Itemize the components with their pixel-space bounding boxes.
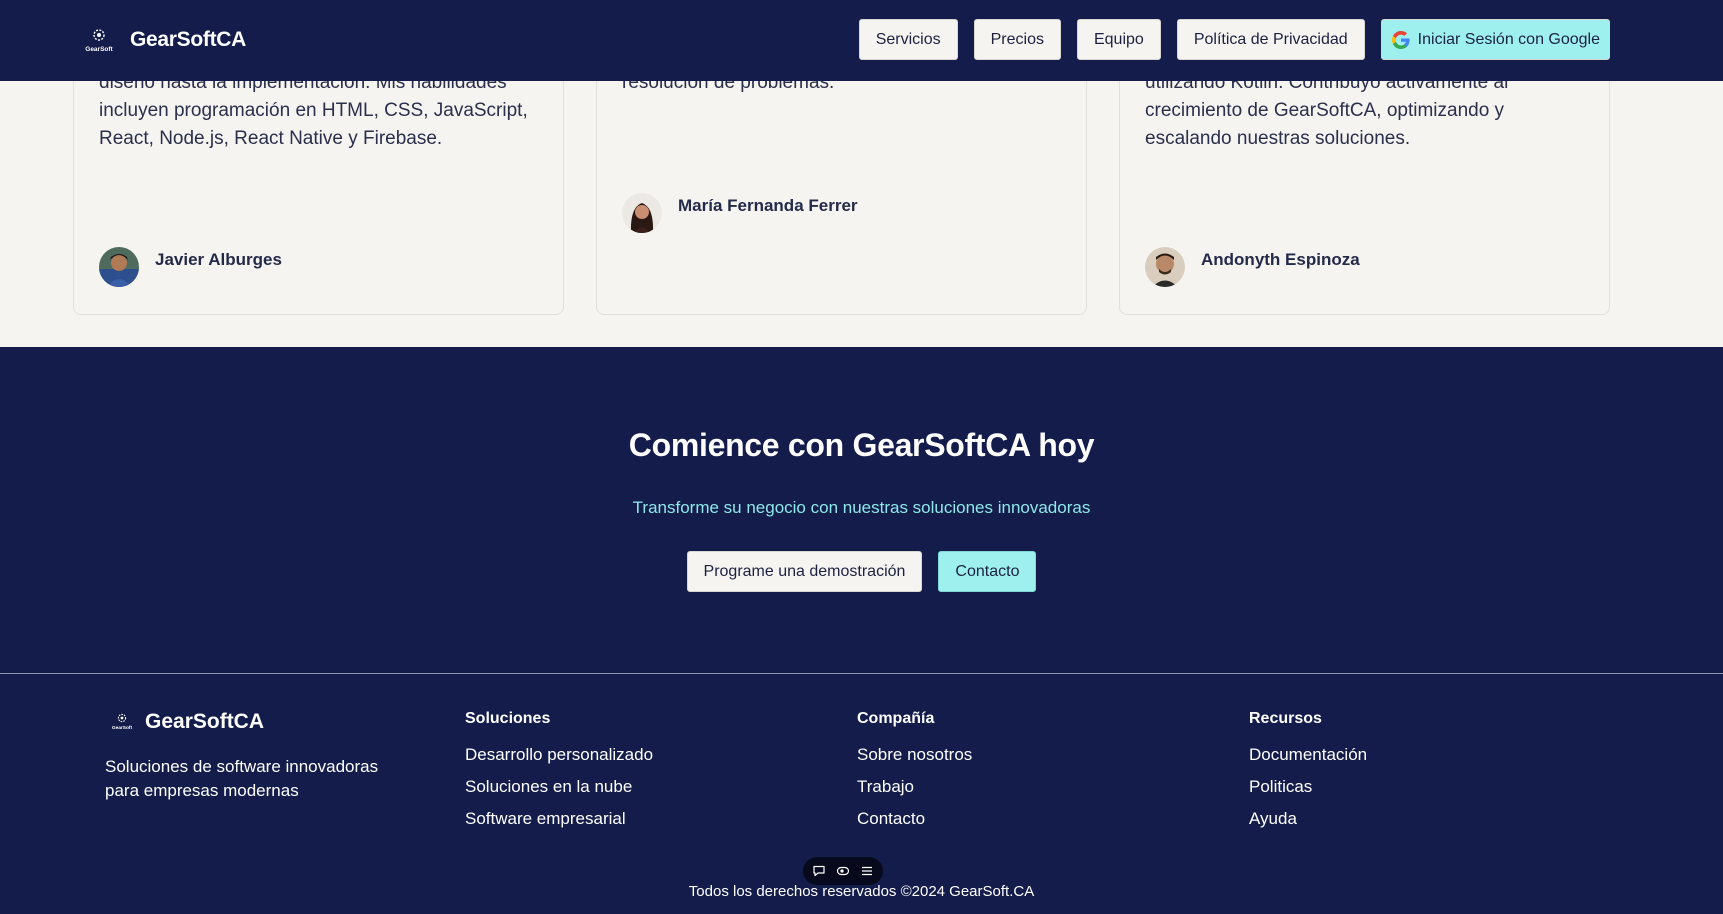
footer-column-title: Soluciones: [465, 710, 551, 727]
contact-button[interactable]: Contacto: [938, 551, 1037, 592]
brand-name: GearSoftCA: [130, 28, 247, 51]
nav-servicios-button[interactable]: Servicios: [858, 19, 958, 60]
cta-title: Comience con GearSoftCA hoy: [628, 427, 1095, 463]
footer-column-title: Recursos: [1249, 710, 1322, 727]
google-signin-button[interactable]: Iniciar Sesión con Google: [1380, 19, 1610, 60]
cta-buttons: Programe una demostración Contacto: [0, 551, 1723, 592]
footer-link[interactable]: Trabajo: [857, 777, 972, 797]
logo-caption: GearSoft: [85, 46, 113, 53]
footer-link[interactable]: Politicas: [1249, 777, 1367, 797]
avatar: [622, 193, 662, 233]
menu-icon[interactable]: [860, 864, 874, 878]
team-card-author: Javier Alburges: [99, 247, 282, 287]
copyright-text: Todos los derechos reservados ©2024 Gear…: [688, 883, 1035, 900]
top-navbar: GearSoft GearSoftCA Servicios Precios Eq…: [0, 0, 1723, 81]
chat-bubble-icon[interactable]: [812, 864, 826, 878]
team-card-name: Andonyth Espinoza: [1201, 250, 1360, 269]
cta-section: Comience con GearSoftCA hoy Transforme s…: [0, 347, 1723, 673]
brand-link[interactable]: GearSoft GearSoftCA: [82, 27, 246, 53]
footer-link[interactable]: Contacto: [857, 809, 972, 829]
footer-description: Soluciones de software innovadoras para …: [105, 757, 379, 800]
team-card-name: María Fernanda Ferrer: [678, 196, 858, 215]
nav-privacy-button[interactable]: Política de Privacidad: [1176, 19, 1365, 60]
footer-link[interactable]: Documentación: [1249, 745, 1367, 765]
team-card-author: María Fernanda Ferrer: [622, 193, 858, 233]
footer-link[interactable]: Desarrollo personalizado: [465, 745, 653, 765]
avatar: [99, 247, 139, 287]
floating-toolbar: [803, 857, 883, 885]
main-nav: Servicios Precios Equipo Política de Pri…: [858, 19, 1610, 60]
team-card-author: Andonyth Espinoza: [1145, 247, 1360, 287]
footer-link[interactable]: Ayuda: [1249, 809, 1367, 829]
schedule-demo-button[interactable]: Programe una demostración: [686, 551, 923, 592]
site-footer: GearSoft GearSoftCA Soluciones de softwa…: [0, 673, 1723, 914]
google-g-icon: [1391, 30, 1411, 50]
footer-column-title: Compañía: [857, 710, 935, 727]
footer-link[interactable]: Soluciones en la nube: [465, 777, 653, 797]
footer-column-recursos: Recursos Documentación Politicas Ayuda: [1249, 710, 1367, 841]
footer-link[interactable]: Software empresarial: [465, 809, 653, 829]
footer-link[interactable]: Sobre nosotros: [857, 745, 972, 765]
eye-icon[interactable]: [836, 864, 850, 878]
nav-equipo-button[interactable]: Equipo: [1076, 19, 1161, 60]
footer-brand[interactable]: GearSoft GearSoftCA: [110, 710, 264, 734]
gearsoft-logo-icon: GearSoft: [110, 712, 134, 732]
footer-column-soluciones: Soluciones Desarrollo personalizado Solu…: [465, 710, 653, 841]
gearsoft-logo-icon: GearSoft: [82, 27, 116, 53]
google-signin-label: Iniciar Sesión con Google: [1417, 30, 1600, 48]
nav-precios-button[interactable]: Precios: [973, 19, 1061, 60]
logo-caption: GearSoft: [112, 725, 133, 731]
footer-brand-name: GearSoftCA: [145, 710, 265, 733]
footer-column-compania: Compañía Sobre nosotros Trabajo Contacto: [857, 710, 972, 841]
avatar: [1145, 247, 1185, 287]
team-card-name: Javier Alburges: [155, 250, 282, 269]
cta-subtitle: Transforme su negocio con nuestras soluc…: [632, 498, 1091, 517]
